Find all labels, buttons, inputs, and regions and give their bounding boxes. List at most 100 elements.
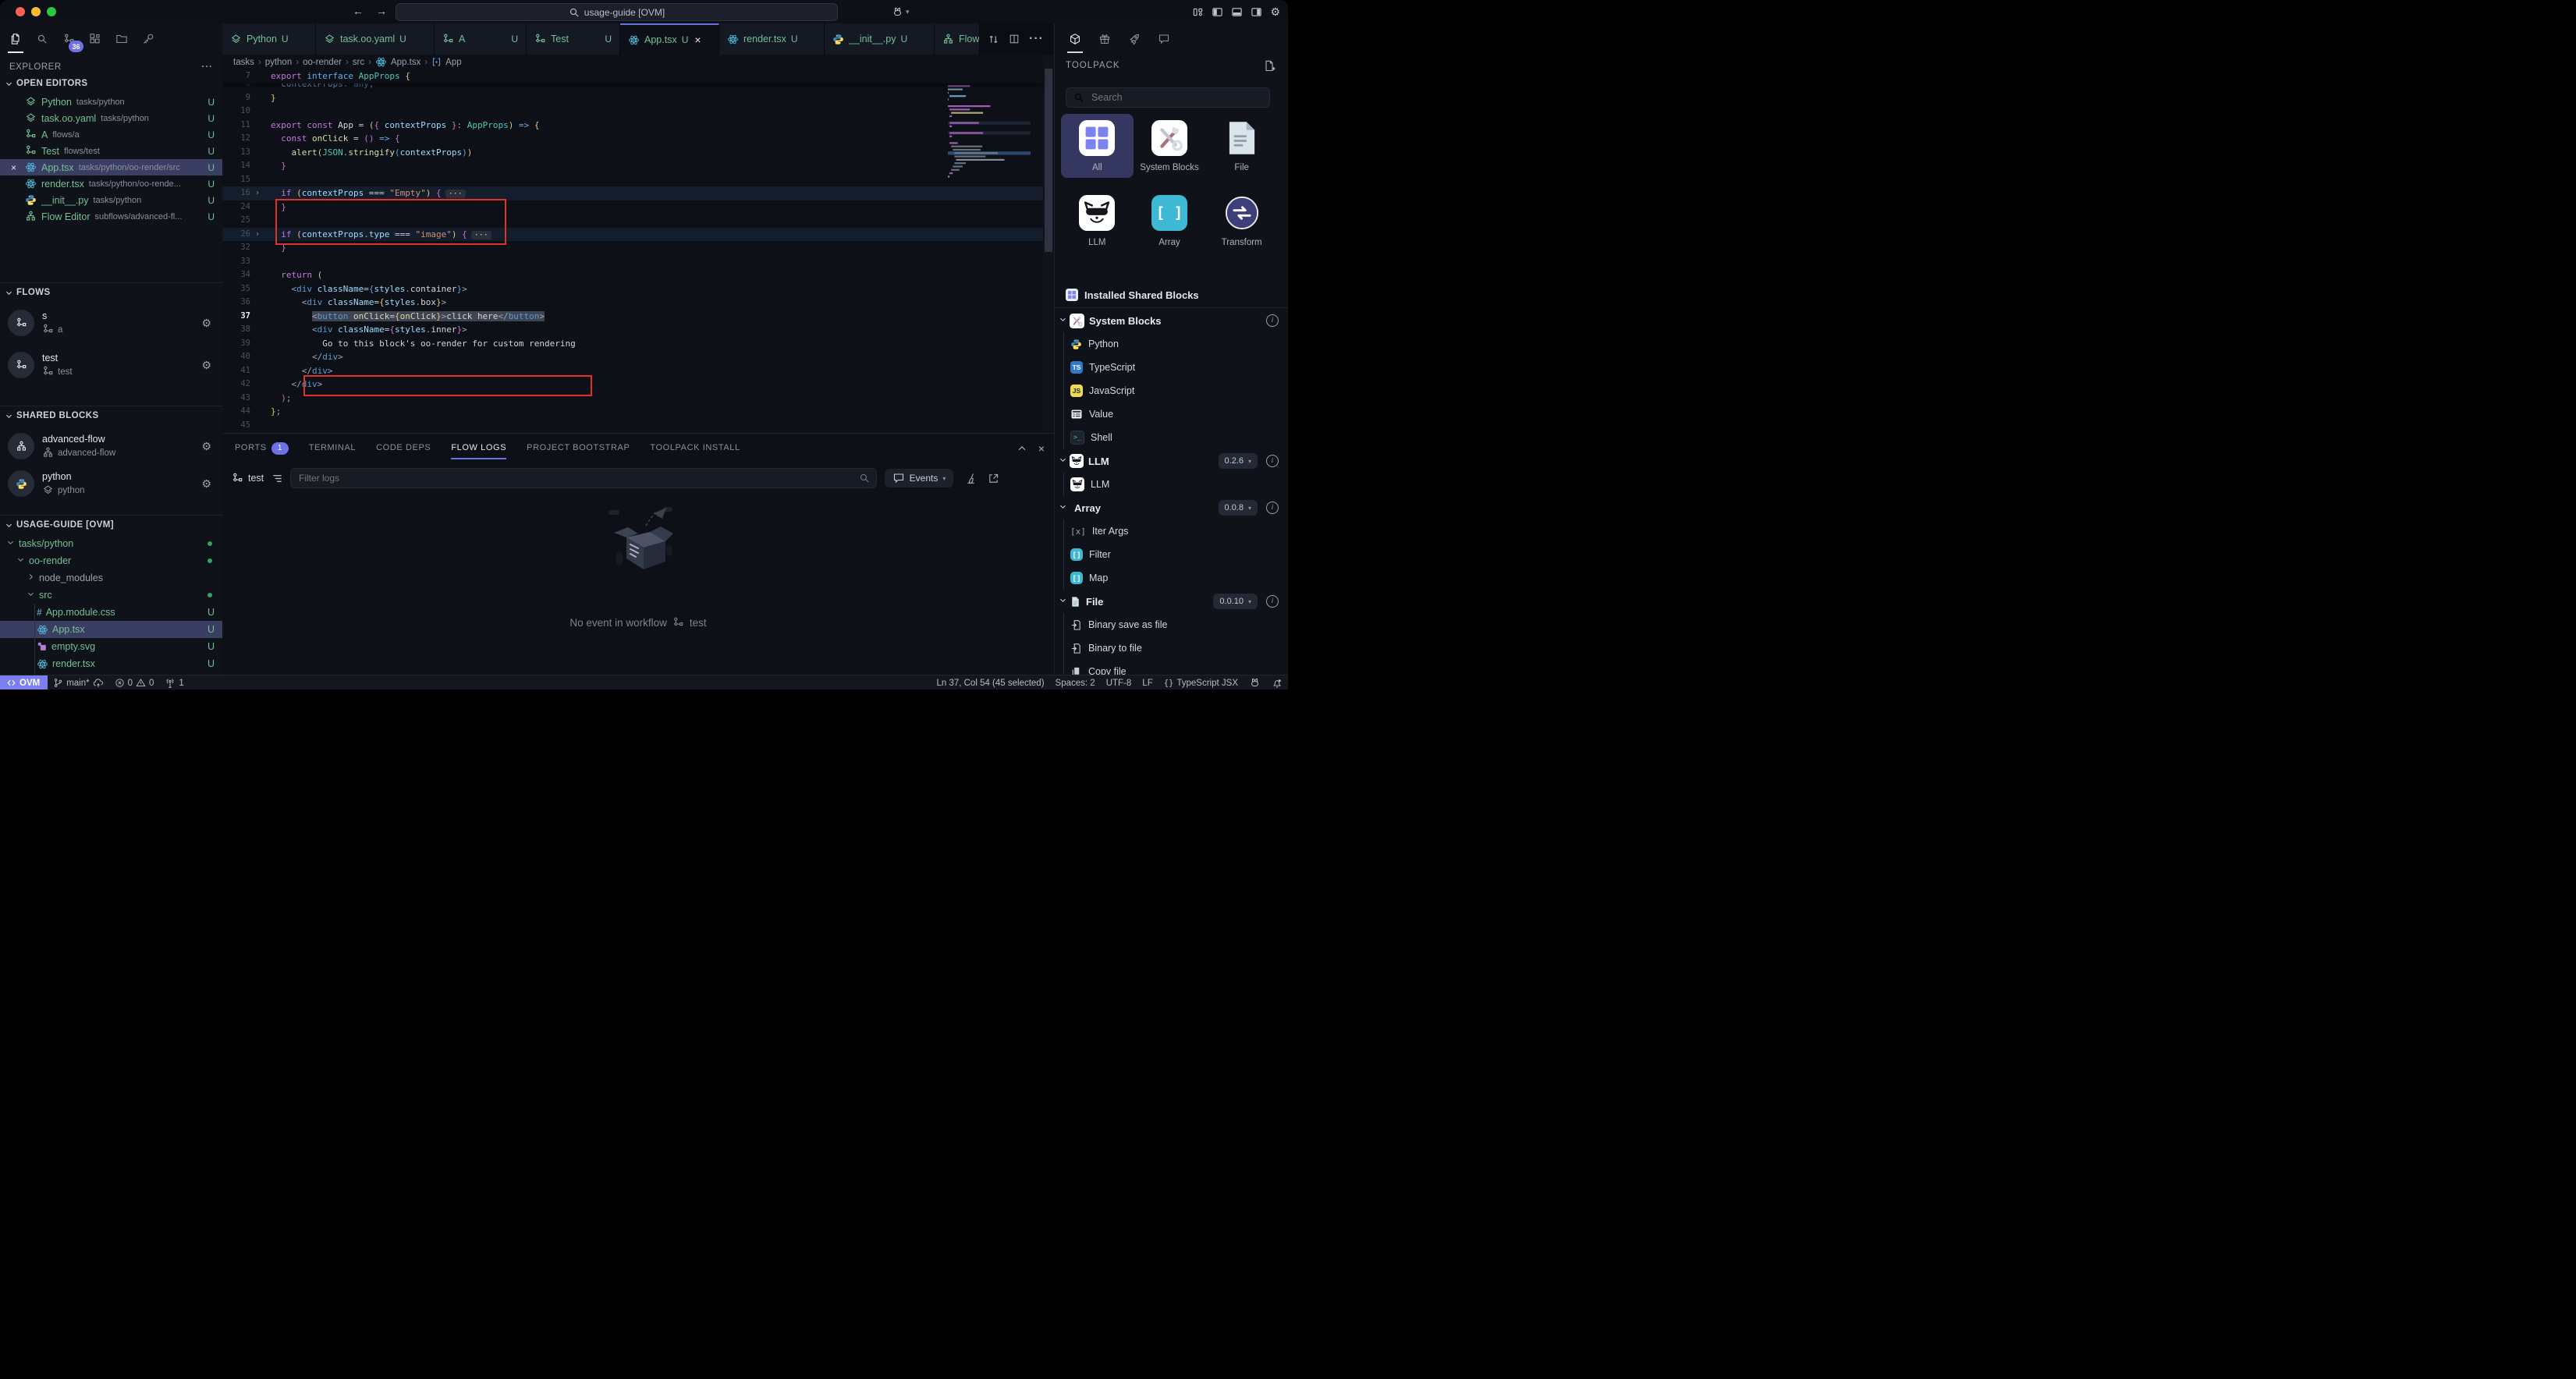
mascot-status-icon[interactable]: [1244, 675, 1266, 690]
back-button[interactable]: ←: [353, 5, 364, 17]
code-line-34[interactable]: 34 return (: [222, 268, 1043, 282]
block-item-binary-save-as-file[interactable]: Binary save as file: [1055, 613, 1288, 636]
events-dropdown[interactable]: Events ▾: [885, 469, 953, 487]
block-group-file[interactable]: File 0.0.10▾ i: [1055, 590, 1288, 613]
activity-item-folder[interactable]: [112, 29, 131, 49]
remote-indicator[interactable]: OVM: [0, 675, 48, 690]
customize-layout-icon[interactable]: [1192, 6, 1204, 18]
code-line-33[interactable]: 33: [222, 255, 1043, 269]
open-editor-Flow Editor[interactable]: Flow Editorsubflows/advanced-fl...U: [0, 208, 222, 225]
filter-logs-input[interactable]: [291, 473, 859, 484]
tree-item-App.tsx[interactable]: App.tsxU: [0, 621, 222, 638]
open-editor-task.oo.yaml[interactable]: task.oo.yamltasks/pythonU: [0, 110, 222, 126]
split-editor-icon[interactable]: [1009, 34, 1020, 44]
info-icon[interactable]: i: [1266, 502, 1279, 514]
info-icon[interactable]: i: [1266, 455, 1279, 467]
panel-close-icon[interactable]: ×: [1038, 442, 1045, 455]
gear-icon[interactable]: ⚙: [201, 359, 211, 372]
branch-indicator[interactable]: main*: [48, 675, 108, 690]
new-toolpack-icon[interactable]: [1263, 59, 1276, 73]
panel-tab-code-deps[interactable]: CODE DEPS: [376, 434, 431, 463]
block-item-filter[interactable]: [ ]Filter: [1055, 543, 1288, 566]
tree-item-empty.svg[interactable]: empty.svgU: [0, 638, 222, 655]
gear-icon[interactable]: ⚙: [201, 317, 211, 330]
shared-block-advanced-flow[interactable]: advanced-flow advanced-flow ⚙: [0, 426, 222, 466]
flow-card-test[interactable]: test test ⚙: [0, 345, 222, 385]
code-line-26[interactable]: 26› if (contextProps.type === "image") {…: [222, 228, 1043, 242]
code-line-10[interactable]: 10: [222, 105, 1043, 119]
tree-item-oo-render[interactable]: oo-render: [0, 552, 222, 569]
toolpack-search-input[interactable]: [1090, 91, 1262, 104]
block-item-python[interactable]: Python: [1055, 332, 1288, 356]
cursor-position[interactable]: Ln 37, Col 54 (45 selected): [931, 675, 1049, 690]
activity-item-extensions[interactable]: [86, 29, 105, 49]
tree-item-node_modules[interactable]: node_modules: [0, 569, 222, 587]
toolpack-tile-file[interactable]: File: [1205, 114, 1278, 178]
open-editor-render.tsx[interactable]: render.tsxtasks/python/oo-rende...U: [0, 175, 222, 192]
tree-item-render.tsx[interactable]: render.tsxU: [0, 655, 222, 672]
encoding-setting[interactable]: UTF-8: [1101, 675, 1137, 690]
block-group-array[interactable]: Array 0.0.8▾ i: [1055, 496, 1288, 519]
panel-tab-terminal[interactable]: TERMINAL: [309, 434, 356, 463]
tree-item-tasks/python[interactable]: tasks/python: [0, 535, 222, 552]
close-tab-icon[interactable]: ×: [694, 34, 701, 46]
tab-Test[interactable]: TestU: [527, 23, 620, 55]
code-area[interactable]: 7export interface AppProps {8 contextPro…: [222, 69, 1043, 432]
command-center-search[interactable]: usage-guide [OVM]: [396, 3, 838, 21]
code-line-12[interactable]: 12 const onClick = () => {: [222, 132, 1043, 146]
version-dropdown[interactable]: 0.0.8▾: [1219, 500, 1258, 516]
export-logs-icon[interactable]: [988, 473, 999, 484]
eol-setting[interactable]: LF: [1137, 675, 1158, 690]
code-line-38[interactable]: 38 <div className={styles.inner}>: [222, 323, 1043, 337]
tree-item-App.module.css[interactable]: #App.module.cssU: [0, 604, 222, 621]
code-line-32[interactable]: 32 }: [222, 241, 1043, 255]
toolpack-tile-system-blocks[interactable]: System Blocks: [1134, 114, 1206, 178]
code-line-15[interactable]: 15: [222, 173, 1043, 187]
panel-maximize-icon[interactable]: [1017, 443, 1027, 454]
breadcrumb[interactable]: tasks›python›oo-render›src›App.tsx›App: [222, 55, 1054, 69]
toolpack-panel-icon[interactable]: [1066, 29, 1084, 49]
toggle-sidebar-icon[interactable]: [1212, 6, 1223, 18]
tab-App.tsx[interactable]: App.tsxU×: [620, 23, 719, 55]
clear-logs-icon[interactable]: [966, 473, 978, 484]
code-line-8[interactable]: 8 contextProps: any;: [222, 83, 1043, 91]
toolpack-tile-transform[interactable]: Transform: [1205, 189, 1278, 253]
rocket-icon[interactable]: [1125, 29, 1144, 49]
workspace-tree-header[interactable]: USAGE-GUIDE [OVM]: [0, 518, 222, 532]
gear-icon[interactable]: ⚙: [201, 440, 211, 453]
breadcrumb-item[interactable]: tasks: [233, 58, 254, 67]
breadcrumb-symbol[interactable]: App: [445, 58, 461, 67]
gift-icon[interactable]: [1095, 29, 1114, 49]
toggle-secondary-sidebar-icon[interactable]: [1251, 6, 1262, 18]
minimap[interactable]: [948, 70, 1031, 328]
gear-icon[interactable]: ⚙: [201, 477, 211, 491]
block-item-shell[interactable]: >_Shell: [1055, 426, 1288, 449]
toolpack-tile-llm[interactable]: LLM: [1061, 189, 1134, 253]
indentation-setting[interactable]: Spaces: 2: [1050, 675, 1101, 690]
problems-indicator[interactable]: 0 0: [109, 675, 160, 690]
open-editor-__init__.py[interactable]: __init__.pytasks/pythonU: [0, 192, 222, 208]
code-line-9[interactable]: 9}: [222, 91, 1043, 105]
log-flow-selector[interactable]: test: [232, 473, 264, 484]
activity-item-files[interactable]: [6, 29, 25, 49]
tab-render.tsx[interactable]: render.tsxU: [719, 23, 825, 55]
block-item-value[interactable]: Value: [1055, 402, 1288, 426]
panel-tab-ports[interactable]: PORTS1: [235, 434, 289, 463]
open-editors-header[interactable]: OPEN EDITORS: [0, 76, 222, 90]
more-actions-icon[interactable]: ···: [1029, 32, 1044, 46]
flow-card-s[interactable]: s a ⚙: [0, 303, 222, 343]
code-line-16[interactable]: 16› if (contextProps === "Empty") {···: [222, 186, 1043, 200]
open-editor-Python[interactable]: Pythontasks/pythonU: [0, 94, 222, 110]
breadcrumb-item[interactable]: src: [353, 58, 364, 67]
code-line-45[interactable]: 45: [222, 419, 1043, 433]
code-line-44[interactable]: 44};: [222, 405, 1043, 419]
notifications-bell-icon[interactable]: [1266, 675, 1288, 690]
assistant-menu[interactable]: ▾: [892, 0, 910, 23]
tab-task.oo.yaml[interactable]: task.oo.yamlU: [316, 23, 435, 55]
open-editor-App.tsx[interactable]: ×App.tsxtasks/python/oo-render/srcU: [0, 159, 222, 175]
activity-item-search[interactable]: [33, 29, 51, 49]
panel-tab-toolpack-install[interactable]: TOOLPACK INSTALL: [650, 434, 740, 463]
block-item-typescript[interactable]: TSTypeScript: [1055, 356, 1288, 379]
info-icon[interactable]: i: [1266, 595, 1279, 608]
block-item-iter-args[interactable]: [x]Iter Args: [1055, 519, 1288, 543]
